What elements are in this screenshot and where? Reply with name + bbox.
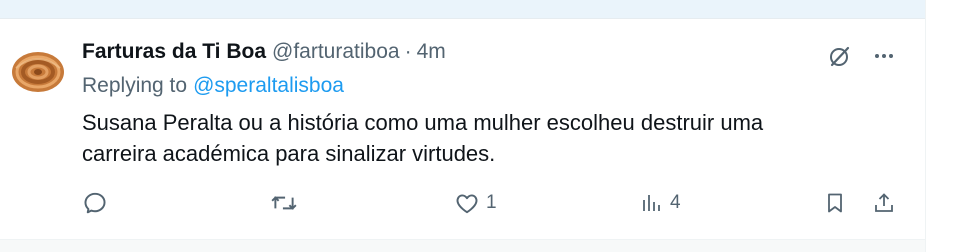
reply-button[interactable] [82,188,108,218]
more-icon [875,54,893,58]
replying-to-label: Replying to [82,74,188,97]
avatar[interactable] [6,38,70,102]
tweet-text: Susana Peralta ou a história como uma mu… [82,107,882,169]
retweet-button[interactable] [270,188,298,218]
heart-icon [456,194,478,214]
more-button[interactable] [870,42,898,70]
reply-mention-link[interactable]: @speraltalisboa [193,74,344,97]
share-icon [875,193,893,212]
bookmark-button[interactable] [823,188,847,218]
retweet-icon [271,196,297,210]
next-tweet-edge [0,239,926,252]
share-button[interactable] [872,188,896,218]
bookmark-icon [828,193,842,213]
previous-tweet-edge [0,0,926,19]
grok-icon [830,46,850,67]
views-icon [643,195,660,211]
like-button[interactable]: 1 [454,188,497,218]
header-separator: · [404,40,412,63]
timeline-viewport: Farturas da Ti Boa @farturatiboa · 4m Re… [0,0,956,252]
views-count: 4 [670,192,681,213]
right-column-edge [925,0,956,252]
reply-icon [84,192,106,214]
grok-button[interactable] [826,42,854,70]
tweet-header: Farturas da Ti Boa @farturatiboa · 4m [82,40,446,64]
churro-spiral-avatar [12,52,64,92]
like-count: 1 [486,192,497,213]
author-handle[interactable]: @farturatiboa [272,40,400,64]
tweet-text-line: carreira académica para sinalizar virtud… [82,141,496,166]
tweet-action-bar: 1 4 [0,188,926,218]
replying-to-line: Replying to @speraltalisboa [82,74,344,98]
author-display-name[interactable]: Farturas da Ti Boa [82,40,266,64]
tweet-text-line: Susana Peralta ou a história como uma mu… [82,110,764,135]
views-button[interactable]: 4 [640,188,681,218]
tweet-timestamp[interactable]: 4m [417,40,446,64]
tweet[interactable]: Farturas da Ti Boa @farturatiboa · 4m Re… [0,18,926,240]
